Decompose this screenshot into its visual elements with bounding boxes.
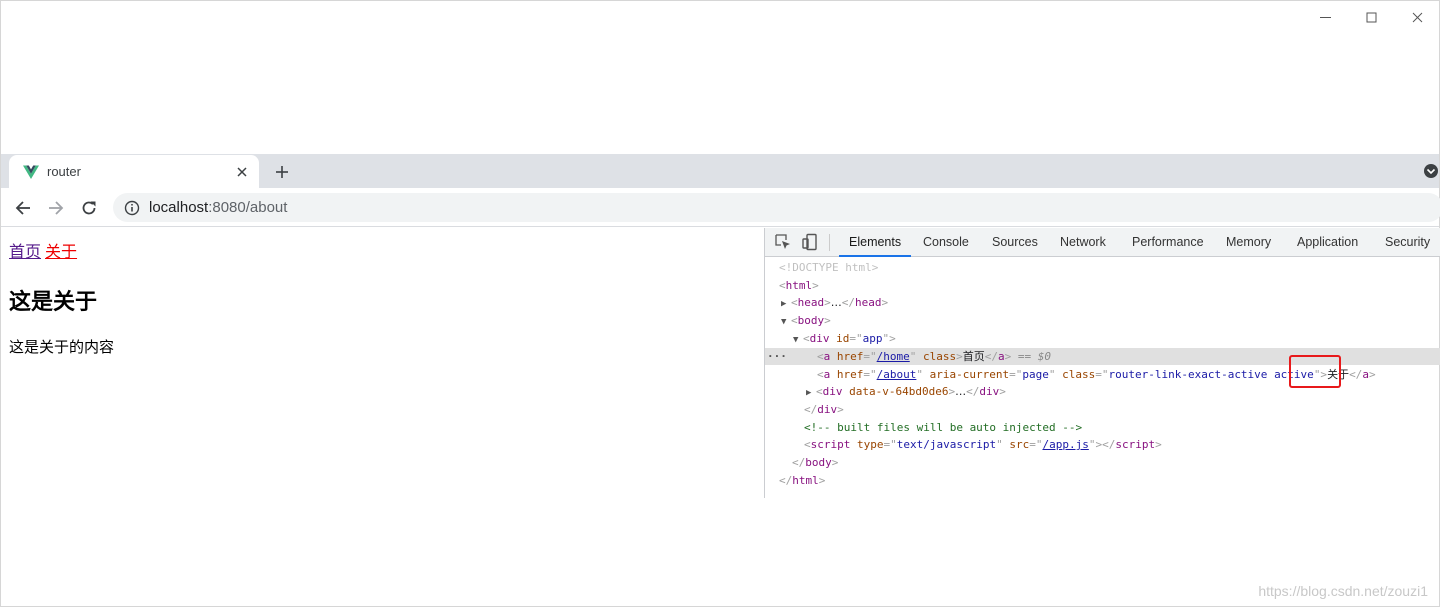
arrow-right-icon (49, 201, 64, 215)
dom-node-body[interactable]: ▼ <body> (765, 312, 1440, 329)
tab-elements[interactable]: Elements (839, 228, 912, 257)
devtools-tabbar: Elements Console Sources Network Perform… (765, 228, 1440, 257)
reload-button[interactable] (76, 195, 102, 221)
tab-close-button[interactable] (233, 163, 251, 181)
window-controls (1302, 0, 1440, 34)
router-nav: 首页 关于 (9, 238, 77, 262)
dom-node-head[interactable]: ▶ <head>…</head> (765, 294, 1440, 311)
info-icon[interactable] (124, 200, 140, 216)
page-paragraph: 这是关于的内容 (9, 338, 115, 356)
forward-button[interactable] (43, 195, 69, 221)
address-bar[interactable]: localhost:8080/about (113, 193, 1440, 222)
vue-logo-icon (23, 165, 39, 179)
arrow-left-icon (15, 201, 30, 215)
tab-console[interactable]: Console (923, 228, 969, 257)
dom-node-div-app[interactable]: ▼ <div id="app"> (765, 330, 1440, 347)
browser-toolbar: localhost:8080/about (1, 188, 1440, 227)
maximize-button[interactable] (1348, 0, 1394, 34)
devtools-panel: Elements Console Sources Network Perform… (764, 228, 1440, 498)
tab-security[interactable]: Security (1385, 228, 1430, 257)
expand-triangle-icon[interactable]: ▶ (781, 296, 791, 313)
close-button[interactable] (1394, 0, 1440, 34)
expand-triangle-icon[interactable]: ▶ (806, 385, 816, 402)
collapse-triangle-icon[interactable]: ▼ (781, 314, 791, 331)
maximize-icon (1366, 12, 1376, 22)
dom-node-comment[interactable]: <!-- built files will be auto injected -… (765, 419, 1440, 436)
device-toolbar-icon[interactable] (801, 233, 819, 251)
devtools-separator (829, 234, 830, 251)
more-options-icon[interactable]: ··· (767, 348, 787, 365)
tab-application[interactable]: Application (1297, 228, 1358, 257)
collapse-triangle-icon[interactable]: ▼ (793, 332, 803, 349)
plus-icon (276, 166, 288, 178)
tab-network[interactable]: Network (1060, 228, 1106, 257)
link-about[interactable]: 关于 (45, 242, 77, 261)
watermark: https://blog.csdn.net/zouzi1 (1258, 583, 1428, 599)
tab-router[interactable]: router (9, 155, 259, 188)
dom-node-doctype[interactable]: <!DOCTYPE html> (765, 259, 1440, 276)
inspect-element-icon[interactable] (774, 233, 792, 251)
close-icon (237, 167, 247, 177)
tab-strip: router (1, 154, 1439, 188)
tab-performance[interactable]: Performance (1132, 228, 1204, 257)
red-highlight-box (1289, 355, 1341, 388)
dom-node-html[interactable]: <html> (765, 277, 1440, 294)
url-text: localhost:8080/about (149, 199, 287, 216)
page-viewport: 首页 关于 这是关于 这是关于的内容 (1, 228, 764, 606)
link-home[interactable]: 首页 (9, 242, 41, 261)
tab-memory[interactable]: Memory (1226, 228, 1271, 257)
new-tab-button[interactable] (269, 159, 295, 185)
url-host: localhost (149, 199, 209, 216)
close-icon (1412, 12, 1422, 22)
dom-node-div-close[interactable]: </div> (765, 401, 1440, 418)
back-button[interactable] (10, 195, 36, 221)
dom-node-script[interactable]: <script type="text/javascript" src="/app… (765, 436, 1440, 453)
page-heading: 这是关于 (9, 290, 98, 315)
tab-title: router (47, 164, 81, 179)
url-path: :8080/about (208, 199, 288, 216)
dom-node-html-close[interactable]: </html> (765, 472, 1440, 489)
tab-search-icon[interactable] (1423, 163, 1439, 179)
minimize-icon (1319, 16, 1331, 18)
tab-sources[interactable]: Sources (992, 228, 1038, 257)
reload-icon (82, 201, 96, 215)
dom-node-body-close[interactable]: </body> (765, 454, 1440, 471)
minimize-button[interactable] (1302, 0, 1348, 34)
